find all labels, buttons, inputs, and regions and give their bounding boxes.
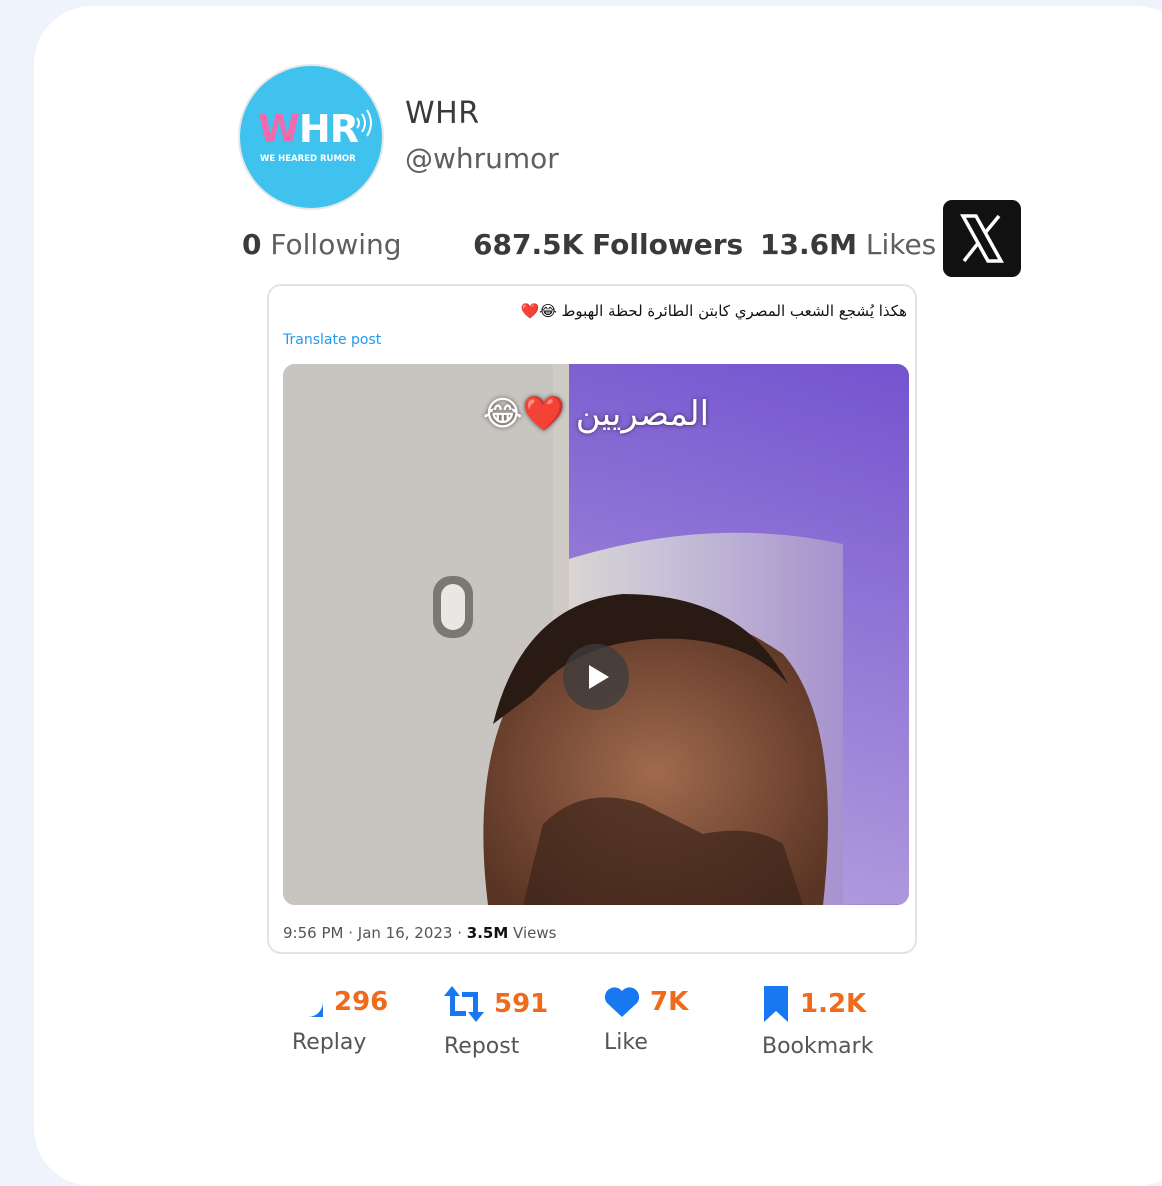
tweet-text: هكذا يُشجع الشعب المصري كابتن الطائرة لح…	[520, 302, 907, 320]
repost-icon	[444, 986, 484, 1022]
bookmark-action[interactable]: 1.2K Bookmark	[762, 986, 873, 1059]
video-caption: المصريين ❤️😂	[482, 394, 710, 434]
reply-action[interactable]: 296 Replay	[292, 986, 388, 1055]
like-label: Like	[604, 1030, 648, 1055]
following-label: Following	[270, 228, 402, 261]
repost-count: 591	[494, 989, 549, 1019]
likes-label: Likes	[865, 228, 937, 261]
tweet-time: 9:56 PM	[283, 924, 344, 942]
bookmark-count: 1.2K	[800, 989, 867, 1019]
logo-tagline: WE HEARED RUMOR	[260, 154, 356, 164]
play-icon	[589, 665, 609, 689]
likes-count: 13.6M	[760, 228, 857, 261]
bookmark-label: Bookmark	[762, 1034, 874, 1059]
video-thumbnail	[283, 364, 909, 905]
followers-stat[interactable]: 687.5K Followers	[473, 228, 743, 261]
reply-icon	[293, 987, 323, 1017]
like-count: 7K	[650, 987, 689, 1017]
tweet-date: Jan 16, 2023	[357, 924, 453, 942]
profile-handle[interactable]: @whrumor	[405, 142, 559, 175]
tweet-video[interactable]: المصريين ❤️😂	[283, 364, 909, 905]
likes-stat[interactable]: 13.6M Likes	[760, 228, 936, 261]
views-label: Views	[513, 924, 557, 942]
embedded-tweet[interactable]: هكذا يُشجع الشعب المصري كابتن الطائرة لح…	[267, 284, 917, 954]
repost-label: Repost	[444, 1034, 520, 1059]
translate-post-link[interactable]: Translate post	[283, 332, 381, 348]
signal-icon	[356, 109, 372, 137]
avatar[interactable]: WHR WE HEARED RUMOR	[238, 64, 384, 210]
x-logo-icon[interactable]	[943, 200, 1021, 277]
reply-label: Replay	[292, 1030, 367, 1055]
logo-wordmark: WHR	[258, 107, 359, 151]
reply-count: 296	[334, 987, 389, 1017]
tweet-metadata: 9:56 PM · Jan 16, 2023 · 3.5M Views	[283, 924, 557, 942]
heart-icon	[604, 987, 640, 1017]
profile-name[interactable]: WHR	[405, 96, 480, 131]
followers-count: 687.5K	[473, 228, 584, 261]
followers-label: Followers	[592, 228, 744, 261]
repost-action[interactable]: 591 Repost	[444, 986, 548, 1059]
following-stat[interactable]: 0 Following	[242, 228, 402, 261]
play-button[interactable]	[563, 644, 629, 710]
bookmark-icon	[764, 986, 788, 1022]
like-action[interactable]: 7K Like	[604, 986, 688, 1055]
following-count: 0	[242, 228, 262, 261]
views-count: 3.5M	[466, 924, 509, 942]
